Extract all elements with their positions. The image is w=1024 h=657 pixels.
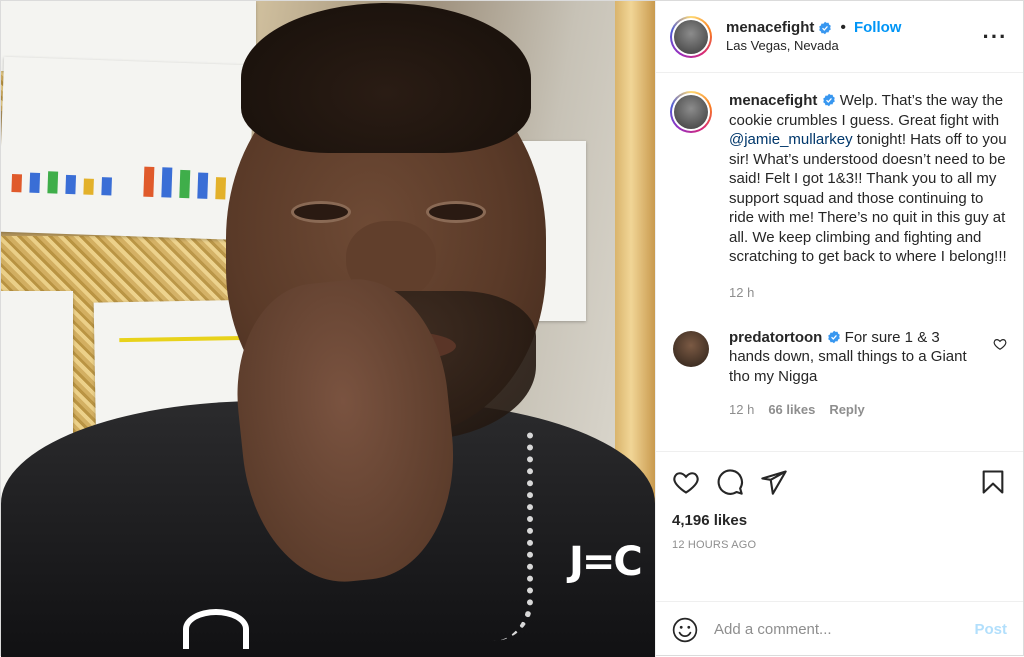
comment-item: predatortoon For sure 1 & 3 hands down, … [670, 328, 1007, 417]
caption-age[interactable]: 12 h [729, 285, 754, 300]
commenter-username[interactable]: predatortoon [729, 329, 822, 346]
photo-chain [463, 431, 533, 641]
caption-body-2: tonight! Hats off to you sir! What’s und… [729, 131, 1007, 265]
photo-venum-logo [183, 609, 249, 649]
caption-avatar[interactable] [670, 91, 712, 133]
post-photo[interactable]: J=C [1, 1, 655, 657]
instagram-post: J=C menacefight • Follow Las Vegas, Neva… [0, 0, 1024, 657]
photo-eye [426, 201, 486, 223]
comment-text: predatortoon For sure 1 & 3 hands down, … [729, 328, 983, 387]
author-username[interactable]: menacefight [726, 19, 814, 37]
share-icon[interactable] [760, 468, 788, 496]
caption-username[interactable]: menacefight [729, 92, 817, 109]
commenter-avatar[interactable] [670, 328, 712, 370]
photo-shirt-logo: J=C [569, 539, 643, 585]
comment-icon[interactable] [716, 468, 744, 496]
verified-badge-icon [822, 93, 835, 107]
post-timestamp[interactable]: 12 HOURS AGO [672, 539, 1007, 551]
more-options-icon[interactable]: ··· [983, 24, 1007, 49]
caption-text: menacefight Welp. That’s the way the coo… [729, 91, 1007, 267]
photo-hair [241, 3, 531, 153]
separator-dot: • [840, 18, 846, 36]
author-info: menacefight • Follow Las Vegas, Nevada [726, 19, 983, 55]
verified-badge-icon [819, 21, 832, 34]
post-comment-button[interactable]: Post [974, 621, 1007, 638]
photo-chart-paper [1, 56, 254, 241]
follow-button[interactable]: Follow [854, 19, 902, 37]
post-side-panel: menacefight • Follow Las Vegas, Nevada ·… [655, 1, 1023, 657]
add-comment-input[interactable] [714, 621, 975, 638]
heart-icon[interactable] [672, 468, 700, 496]
comment-heart-icon[interactable] [993, 337, 1007, 351]
photo-eye [291, 201, 351, 223]
post-header: menacefight • Follow Las Vegas, Nevada ·… [656, 1, 1023, 73]
comments-list: menacefight Welp. That’s the way the coo… [656, 73, 1023, 451]
mention-link[interactable]: @jamie_mullarkey [729, 131, 853, 148]
comment-likes[interactable]: 66 likes [768, 402, 815, 417]
post-location[interactable]: Las Vegas, Nevada [726, 37, 983, 55]
comment-meta: 12 h 66 likes Reply [729, 402, 983, 417]
emoji-icon[interactable] [672, 617, 698, 643]
author-avatar[interactable] [670, 15, 712, 58]
comment-age[interactable]: 12 h [729, 402, 754, 417]
verified-badge-icon [827, 330, 840, 343]
bookmark-icon[interactable] [979, 468, 1007, 496]
action-icon-row [672, 466, 1007, 498]
caption: menacefight Welp. That’s the way the coo… [670, 91, 1007, 300]
add-comment-bar: Post [656, 601, 1023, 657]
reply-button[interactable]: Reply [829, 402, 864, 417]
likes-count[interactable]: 4,196 likes [672, 512, 1007, 529]
post-actions: 4,196 likes 12 HOURS AGO [656, 451, 1023, 601]
caption-meta: 12 h [729, 285, 1007, 300]
